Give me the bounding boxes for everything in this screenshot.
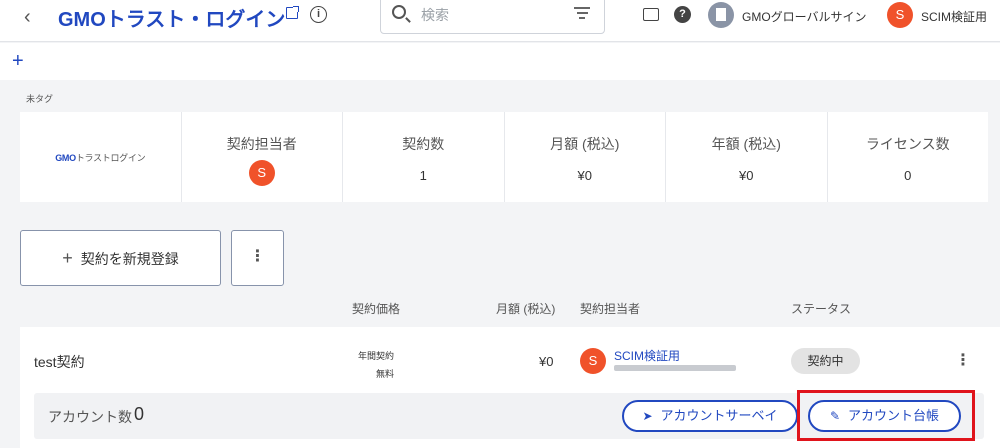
send-icon: ➤	[642, 409, 653, 423]
filter-icon[interactable]	[574, 7, 590, 22]
more-options-button[interactable]: ⋮	[231, 230, 284, 286]
monthly-cell: 月額 (税込) ¥0	[503, 112, 666, 202]
monthly-label: 月額 (税込)	[550, 136, 620, 152]
contract-price: 年間契約 無料	[358, 347, 394, 383]
owner-name-link[interactable]: SCIM検証用	[614, 347, 680, 364]
back-chevron-icon[interactable]: ‹	[24, 6, 31, 29]
contracts-cell: 契約数 1	[342, 112, 504, 202]
contracts-label: 契約数	[402, 136, 445, 152]
header-price: 契約価格	[352, 302, 401, 316]
search-icon	[392, 5, 406, 19]
contract-monthly: ¥0	[539, 354, 554, 369]
account-ledger-button[interactable]: ✎ アカウント台帳	[808, 400, 961, 432]
add-icon[interactable]: +	[12, 51, 24, 71]
help-icon[interactable]: ?	[674, 6, 691, 23]
summary-card: GMOトラストログイン 契約担当者 S 契約数 1 月額 (税込) ¥0 年額 …	[20, 112, 988, 202]
header-owner: 契約担当者	[580, 302, 641, 316]
contract-price-value: 無料	[376, 369, 395, 379]
info-icon[interactable]: i	[310, 6, 327, 23]
row-more-icon[interactable]: ⋮	[955, 350, 971, 370]
account-survey-button[interactable]: ➤ アカウントサーベイ	[622, 400, 798, 432]
search-input[interactable]: 検索	[380, 0, 605, 34]
app-title[interactable]: GMOトラスト・ログイン	[58, 3, 285, 32]
account-ledger-label: アカウント台帳	[848, 408, 940, 423]
user-name[interactable]: SCIM検証用	[921, 8, 987, 25]
yearly-label: 年額 (税込)	[711, 136, 781, 152]
owner-cell: 契約担当者 S	[180, 112, 343, 202]
pencil-icon: ✎	[829, 409, 841, 423]
header-status: ステータス	[791, 302, 852, 316]
plus-icon: +	[62, 248, 73, 268]
new-contract-label: 契約を新規登録	[80, 251, 179, 267]
top-bar: ‹ GMOトラスト・ログイン i 検索 ? GMOグローバルサイン S SCIM…	[0, 0, 1000, 42]
account-survey-label: アカウントサーベイ	[660, 408, 778, 423]
licenses-value: 0	[904, 168, 912, 183]
chat-icon[interactable]	[643, 8, 659, 21]
app-logo: GMOトラストログイン	[55, 153, 146, 163]
licenses-label: ライセンス数	[865, 136, 950, 152]
monthly-value: ¥0	[577, 168, 592, 183]
owner-email-redacted	[614, 365, 736, 371]
search-placeholder: 検索	[421, 7, 449, 23]
app-logo-cell: GMOトラストログイン	[20, 112, 181, 202]
new-contract-button[interactable]: + 契約を新規登録	[20, 230, 221, 286]
add-row: +	[0, 43, 1000, 80]
account-count-label: アカウント数	[48, 409, 132, 425]
yearly-cell: 年額 (税込) ¥0	[665, 112, 827, 202]
user-avatar[interactable]: S	[887, 2, 913, 28]
owner-label: 契約担当者	[226, 136, 297, 152]
contract-row[interactable]: test契約 年間契約 無料 ¥0 S SCIM検証用 契約中 ⋮ アカウント数…	[20, 327, 1000, 448]
organization-icon[interactable]	[708, 2, 734, 28]
contract-name[interactable]: test契約	[34, 352, 85, 372]
account-count-value: 0	[134, 404, 145, 424]
contracts-value: 1	[419, 168, 427, 183]
owner-avatar[interactable]: S	[248, 160, 275, 186]
tag-label: 未タグ	[26, 94, 54, 104]
owner-avatar: S	[580, 348, 606, 374]
header-monthly: 月額 (税込)	[496, 302, 556, 316]
organization-name[interactable]: GMOグローバルサイン	[742, 8, 867, 25]
contract-type: 年間契約	[358, 351, 395, 361]
status-badge: 契約中	[791, 348, 860, 374]
account-subrow: アカウント数 0 ➤ アカウントサーベイ ✎ アカウント台帳	[34, 393, 984, 439]
external-link-icon[interactable]	[286, 6, 299, 19]
yearly-value: ¥0	[739, 168, 754, 183]
licenses-cell: ライセンス数 0	[826, 112, 989, 202]
